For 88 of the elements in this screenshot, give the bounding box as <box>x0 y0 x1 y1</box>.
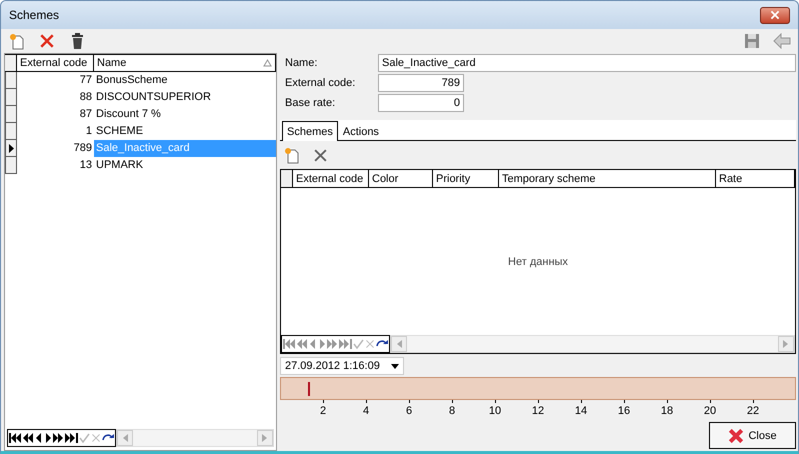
text-field[interactable]: Sale_Inactive_card <box>378 54 796 72</box>
first-record-icon <box>9 433 22 443</box>
close-icon <box>770 10 780 20</box>
hour-label: 8 <box>448 405 456 417</box>
scheme-row[interactable]: 789 Sale_Inactive_card <box>5 140 276 157</box>
next-record-icon <box>44 433 52 443</box>
scroll-left-icon[interactable] <box>396 340 402 348</box>
row-pointer-icon <box>8 144 14 152</box>
table-cell-text: 13 <box>78 158 93 173</box>
next-page-icon <box>53 433 64 443</box>
timeline-bar[interactable] <box>280 377 796 400</box>
hour-label: 2 <box>320 405 326 417</box>
previous-page-icon <box>297 339 308 349</box>
table-cell-text: 87 <box>78 107 93 122</box>
new-document-icon <box>284 146 300 164</box>
last-record-icon <box>339 339 352 349</box>
table-cell-text: DISCOUNTSUPERIOR <box>95 90 212 105</box>
close-icon <box>728 428 744 444</box>
date-picker[interactable]: 27.09.2012 1:16:09 <box>280 357 404 375</box>
previous-record-icon <box>35 433 43 443</box>
text-field[interactable]: 789 <box>378 74 464 92</box>
back-button[interactable] <box>772 31 792 51</box>
table-cell-text: 1 <box>84 124 93 139</box>
scheme-row[interactable]: 88 DISCOUNTSUPERIOR <box>5 89 276 106</box>
check-icon <box>353 339 364 349</box>
hour-label: 6 <box>406 405 412 417</box>
close-button[interactable]: Close <box>709 422 796 449</box>
scroll-right-icon[interactable] <box>262 434 268 442</box>
horizontal-scrollbar[interactable] <box>116 429 274 447</box>
check-icon <box>79 433 90 443</box>
delete-icon <box>312 148 328 162</box>
first-record-icon <box>283 339 296 349</box>
horizontal-scrollbar[interactable] <box>390 335 795 353</box>
scheme-row[interactable]: 13 UPMARK <box>5 157 276 174</box>
row-indicator <box>5 157 17 174</box>
new-document-icon <box>9 32 25 50</box>
cancel-icon <box>365 339 375 349</box>
previous-record-icon <box>309 339 317 349</box>
previous-page-icon <box>23 433 34 443</box>
trash-icon <box>70 33 84 49</box>
delete-icon <box>39 33 55 49</box>
hour-label: 4 <box>362 405 370 417</box>
record-navigator[interactable] <box>7 429 116 447</box>
refresh-icon <box>376 339 388 349</box>
table-cell-text: 88 <box>78 90 93 105</box>
next-page-icon <box>327 339 338 349</box>
hour-label: 18 <box>660 405 674 417</box>
field-label: Name: <box>285 57 318 69</box>
table-cell-text: 789 <box>72 141 93 156</box>
record-navigator[interactable] <box>281 335 390 353</box>
hour-label: 22 <box>746 405 760 417</box>
next-record-icon <box>318 339 326 349</box>
sort-icon <box>263 59 272 67</box>
tab[interactable]: Schemes <box>282 121 338 141</box>
window-title: Schemes <box>9 8 60 22</box>
tab[interactable]: Actions <box>338 122 384 140</box>
hour-label: 14 <box>574 405 588 417</box>
hour-label: 20 <box>704 405 716 417</box>
last-record-icon <box>65 433 78 443</box>
row-indicator <box>5 106 17 123</box>
table-cell-text: 77 <box>78 73 93 88</box>
text-field[interactable]: 0 <box>378 94 464 112</box>
field-label: External code: <box>285 77 356 89</box>
table-cell-text: SCHEME <box>95 124 144 139</box>
refresh-icon <box>102 433 114 443</box>
scheme-row[interactable]: 77 BonusScheme <box>5 72 276 89</box>
back-arrow-icon <box>773 33 791 49</box>
scheme-row[interactable]: 87 Discount 7 % <box>5 106 276 123</box>
table-cell: Sale_Inactive_card <box>94 140 276 157</box>
scheme-row[interactable]: 1 SCHEME <box>5 123 276 140</box>
table-cell-text: UPMARK <box>95 158 144 173</box>
hour-label: 10 <box>488 405 502 417</box>
hour-label: 16 <box>618 405 630 417</box>
hour-label: 12 <box>532 405 544 417</box>
table-cell-text: Discount 7 % <box>95 107 162 122</box>
column-header[interactable]: Temporary scheme <box>499 170 716 187</box>
field-label: Base rate: <box>285 97 336 109</box>
save-button[interactable] <box>742 31 762 51</box>
row-indicator <box>5 123 17 140</box>
close-button[interactable] <box>760 6 790 24</box>
dropdown-arrow-icon <box>391 364 399 368</box>
row-indicator <box>5 72 17 89</box>
scroll-right-icon[interactable] <box>783 340 789 348</box>
table-cell-text: BonusScheme <box>95 73 169 88</box>
empty-message: Нет данных <box>508 256 568 268</box>
row-indicator <box>5 89 17 106</box>
cancel-icon <box>91 433 101 443</box>
scroll-left-icon[interactable] <box>122 434 128 442</box>
